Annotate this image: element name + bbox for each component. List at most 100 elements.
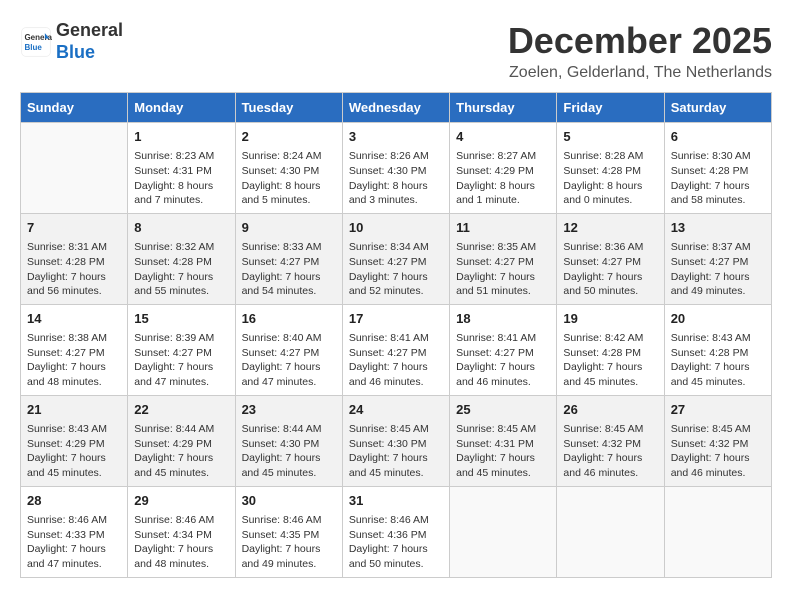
day-info: Sunrise: 8:28 AM Sunset: 4:28 PM Dayligh… [563, 149, 657, 208]
day-number: 28 [27, 492, 121, 510]
day-info: Sunrise: 8:43 AM Sunset: 4:28 PM Dayligh… [671, 331, 765, 390]
day-info: Sunrise: 8:31 AM Sunset: 4:28 PM Dayligh… [27, 240, 121, 299]
day-info: Sunrise: 8:30 AM Sunset: 4:28 PM Dayligh… [671, 149, 765, 208]
day-number: 6 [671, 128, 765, 146]
day-info: Sunrise: 8:33 AM Sunset: 4:27 PM Dayligh… [242, 240, 336, 299]
day-info: Sunrise: 8:46 AM Sunset: 4:36 PM Dayligh… [349, 513, 443, 572]
day-cell: 13Sunrise: 8:37 AM Sunset: 4:27 PM Dayli… [664, 213, 771, 304]
day-cell: 18 Sunrise: 8:41 AM Sunset: 4:27 PM Dayli… [450, 304, 557, 395]
logo: General Blue General Blue [20, 20, 123, 63]
day-number: 3 [349, 128, 443, 146]
day-cell: 14Sunrise: 8:38 AM Sunset: 4:27 PM Dayli… [21, 304, 128, 395]
day-number: 13 [671, 219, 765, 237]
day-number: 8 [134, 219, 228, 237]
svg-text:Blue: Blue [24, 43, 42, 52]
column-header-monday: Monday [128, 93, 235, 123]
day-cell: 12 Sunrise: 8:36 AM Sunset: 4:27 PM Dayli… [557, 213, 664, 304]
calendar-subtitle: Zoelen, Gelderland, The Netherlands [508, 64, 772, 82]
page-header: General Blue General Blue December 2025 … [20, 20, 772, 82]
column-header-thursday: Thursday [450, 93, 557, 123]
week-row-3: 14Sunrise: 8:38 AM Sunset: 4:27 PM Dayli… [21, 304, 772, 395]
day-number: 4 [456, 128, 550, 146]
day-cell: 4 Sunrise: 8:27 AM Sunset: 4:29 PM Daylig… [450, 123, 557, 214]
day-number: 5 [563, 128, 657, 146]
day-info: Sunrise: 8:41 AM Sunset: 4:27 PM Dayligh… [456, 331, 550, 390]
day-number: 10 [349, 219, 443, 237]
day-cell [21, 123, 128, 214]
day-cell: 15 Sunrise: 8:39 AM Sunset: 4:27 PM Dayli… [128, 304, 235, 395]
day-cell: 8 Sunrise: 8:32 AM Sunset: 4:28 PM Daylig… [128, 213, 235, 304]
day-cell: 7 Sunrise: 8:31 AM Sunset: 4:28 PM Daylig… [21, 213, 128, 304]
day-info: Sunrise: 8:45 AM Sunset: 4:31 PM Dayligh… [456, 422, 550, 481]
logo-icon: General Blue [20, 26, 52, 58]
calendar-table: SundayMondayTuesdayWednesdayThursdayFrid… [20, 92, 772, 578]
day-cell: 21Sunrise: 8:43 AM Sunset: 4:29 PM Dayli… [21, 395, 128, 486]
day-info: Sunrise: 8:45 AM Sunset: 4:32 PM Dayligh… [671, 422, 765, 481]
day-number: 24 [349, 401, 443, 419]
column-header-sunday: Sunday [21, 93, 128, 123]
week-row-2: 7 Sunrise: 8:31 AM Sunset: 4:28 PM Daylig… [21, 213, 772, 304]
day-cell [664, 486, 771, 577]
day-cell: 9Sunrise: 8:33 AM Sunset: 4:27 PM Daylig… [235, 213, 342, 304]
day-info: Sunrise: 8:46 AM Sunset: 4:34 PM Dayligh… [134, 513, 228, 572]
logo-general-text: General [56, 20, 123, 42]
day-number: 18 [456, 310, 550, 328]
day-info: Sunrise: 8:23 AM Sunset: 4:31 PM Dayligh… [134, 149, 228, 208]
day-number: 26 [563, 401, 657, 419]
day-number: 15 [134, 310, 228, 328]
day-cell: 19 Sunrise: 8:42 AM Sunset: 4:28 PM Dayli… [557, 304, 664, 395]
title-block: December 2025 Zoelen, Gelderland, The Ne… [508, 20, 772, 82]
day-cell: 6 Sunrise: 8:30 AM Sunset: 4:28 PM Daylig… [664, 123, 771, 214]
day-info: Sunrise: 8:45 AM Sunset: 4:32 PM Dayligh… [563, 422, 657, 481]
day-info: Sunrise: 8:27 AM Sunset: 4:29 PM Dayligh… [456, 149, 550, 208]
column-header-saturday: Saturday [664, 93, 771, 123]
day-cell: 24 Sunrise: 8:45 AM Sunset: 4:30 PM Dayli… [342, 395, 449, 486]
day-cell: 17 Sunrise: 8:41 AM Sunset: 4:27 PM Dayli… [342, 304, 449, 395]
day-info: Sunrise: 8:44 AM Sunset: 4:29 PM Dayligh… [134, 422, 228, 481]
day-number: 22 [134, 401, 228, 419]
day-info: Sunrise: 8:35 AM Sunset: 4:27 PM Dayligh… [456, 240, 550, 299]
day-cell: 22 Sunrise: 8:44 AM Sunset: 4:29 PM Dayli… [128, 395, 235, 486]
day-info: Sunrise: 8:41 AM Sunset: 4:27 PM Dayligh… [349, 331, 443, 390]
day-info: Sunrise: 8:26 AM Sunset: 4:30 PM Dayligh… [349, 149, 443, 208]
week-row-1: 1Sunrise: 8:23 AM Sunset: 4:31 PM Daylig… [21, 123, 772, 214]
day-cell: 26 Sunrise: 8:45 AM Sunset: 4:32 PM Dayli… [557, 395, 664, 486]
day-cell: 23Sunrise: 8:44 AM Sunset: 4:30 PM Dayli… [235, 395, 342, 486]
day-number: 29 [134, 492, 228, 510]
week-row-4: 21Sunrise: 8:43 AM Sunset: 4:29 PM Dayli… [21, 395, 772, 486]
day-number: 21 [27, 401, 121, 419]
day-info: Sunrise: 8:44 AM Sunset: 4:30 PM Dayligh… [242, 422, 336, 481]
day-info: Sunrise: 8:36 AM Sunset: 4:27 PM Dayligh… [563, 240, 657, 299]
day-cell: 28 Sunrise: 8:46 AM Sunset: 4:33 PM Dayli… [21, 486, 128, 577]
day-number: 12 [563, 219, 657, 237]
day-number: 16 [242, 310, 336, 328]
day-cell [450, 486, 557, 577]
day-cell: 31 Sunrise: 8:46 AM Sunset: 4:36 PM Dayli… [342, 486, 449, 577]
day-info: Sunrise: 8:45 AM Sunset: 4:30 PM Dayligh… [349, 422, 443, 481]
day-cell: 1Sunrise: 8:23 AM Sunset: 4:31 PM Daylig… [128, 123, 235, 214]
day-info: Sunrise: 8:39 AM Sunset: 4:27 PM Dayligh… [134, 331, 228, 390]
calendar-header: SundayMondayTuesdayWednesdayThursdayFrid… [21, 93, 772, 123]
day-cell: 29 Sunrise: 8:46 AM Sunset: 4:34 PM Dayli… [128, 486, 235, 577]
week-row-5: 28 Sunrise: 8:46 AM Sunset: 4:33 PM Dayli… [21, 486, 772, 577]
day-cell: 16 Sunrise: 8:40 AM Sunset: 4:27 PM Dayli… [235, 304, 342, 395]
column-header-tuesday: Tuesday [235, 93, 342, 123]
day-info: Sunrise: 8:40 AM Sunset: 4:27 PM Dayligh… [242, 331, 336, 390]
day-info: Sunrise: 8:34 AM Sunset: 4:27 PM Dayligh… [349, 240, 443, 299]
day-number: 27 [671, 401, 765, 419]
day-info: Sunrise: 8:32 AM Sunset: 4:28 PM Dayligh… [134, 240, 228, 299]
day-cell [557, 486, 664, 577]
day-number: 11 [456, 219, 550, 237]
day-cell: 25Sunrise: 8:45 AM Sunset: 4:31 PM Dayli… [450, 395, 557, 486]
day-number: 30 [242, 492, 336, 510]
day-info: Sunrise: 8:42 AM Sunset: 4:28 PM Dayligh… [563, 331, 657, 390]
day-number: 31 [349, 492, 443, 510]
day-info: Sunrise: 8:24 AM Sunset: 4:30 PM Dayligh… [242, 149, 336, 208]
day-number: 19 [563, 310, 657, 328]
day-number: 20 [671, 310, 765, 328]
day-cell: 11 Sunrise: 8:35 AM Sunset: 4:27 PM Dayli… [450, 213, 557, 304]
day-number: 17 [349, 310, 443, 328]
calendar-title: December 2025 [508, 20, 772, 62]
day-number: 7 [27, 219, 121, 237]
day-info: Sunrise: 8:46 AM Sunset: 4:33 PM Dayligh… [27, 513, 121, 572]
